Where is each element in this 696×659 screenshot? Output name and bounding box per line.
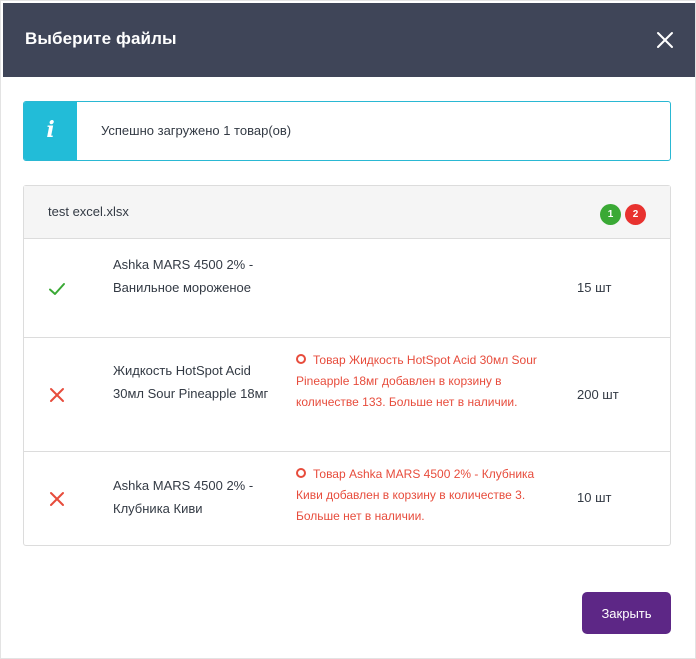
cross-icon [48, 490, 66, 508]
product-name: Жидкость HotSpot Acid 30мл Sour Pineappl… [113, 363, 269, 401]
product-quantity: 200 шт [577, 387, 619, 402]
modal-title: Выберите файлы [25, 29, 177, 48]
result-row: Жидкость HotSpot Acid 30мл Sour Pineappl… [24, 338, 670, 452]
error-bullet-icon [296, 468, 306, 478]
error-text: Товар Ashka MARS 4500 2% - Клубника Киви… [296, 467, 535, 523]
error-message: Товар Ashka MARS 4500 2% - Клубника Киви… [296, 464, 546, 527]
check-icon [48, 280, 66, 298]
close-icon[interactable] [655, 30, 675, 50]
file-name: test excel.xlsx [48, 204, 129, 219]
result-row: Ashka MARS 4500 2% - Ванильное мороженое… [24, 239, 670, 338]
file-header: test excel.xlsx 1 2 [24, 186, 670, 239]
error-text: Товар Жидкость HotSpot Acid 30мл Sour Pi… [296, 353, 537, 409]
product-name: Ashka MARS 4500 2% - Ванильное мороженое [113, 257, 254, 295]
result-row: Ashka MARS 4500 2% - Клубника Киви Товар… [24, 452, 670, 545]
alert-message: Успешно загружено 1 товар(ов) [101, 123, 292, 138]
product-quantity: 10 шт [577, 490, 612, 505]
error-count-badge: 2 [625, 204, 646, 225]
product-quantity: 15 шт [577, 280, 612, 295]
close-button[interactable]: Закрыть [582, 592, 671, 634]
success-alert: i Успешно загружено 1 товар(ов) [23, 101, 671, 161]
success-count-badge: 1 [600, 204, 621, 225]
product-name: Ashka MARS 4500 2% - Клубника Киви [113, 478, 254, 516]
modal-header: Выберите файлы [3, 3, 695, 77]
error-message: Товар Жидкость HotSpot Acid 30мл Sour Pi… [296, 350, 546, 413]
info-icon: i [24, 102, 77, 160]
cross-icon [48, 386, 66, 404]
file-results-panel: test excel.xlsx 1 2 Ashka MARS 4500 2% -… [23, 185, 671, 546]
upload-results-modal: Выберите файлы i Успешно загружено 1 тов… [0, 0, 696, 659]
error-bullet-icon [296, 354, 306, 364]
